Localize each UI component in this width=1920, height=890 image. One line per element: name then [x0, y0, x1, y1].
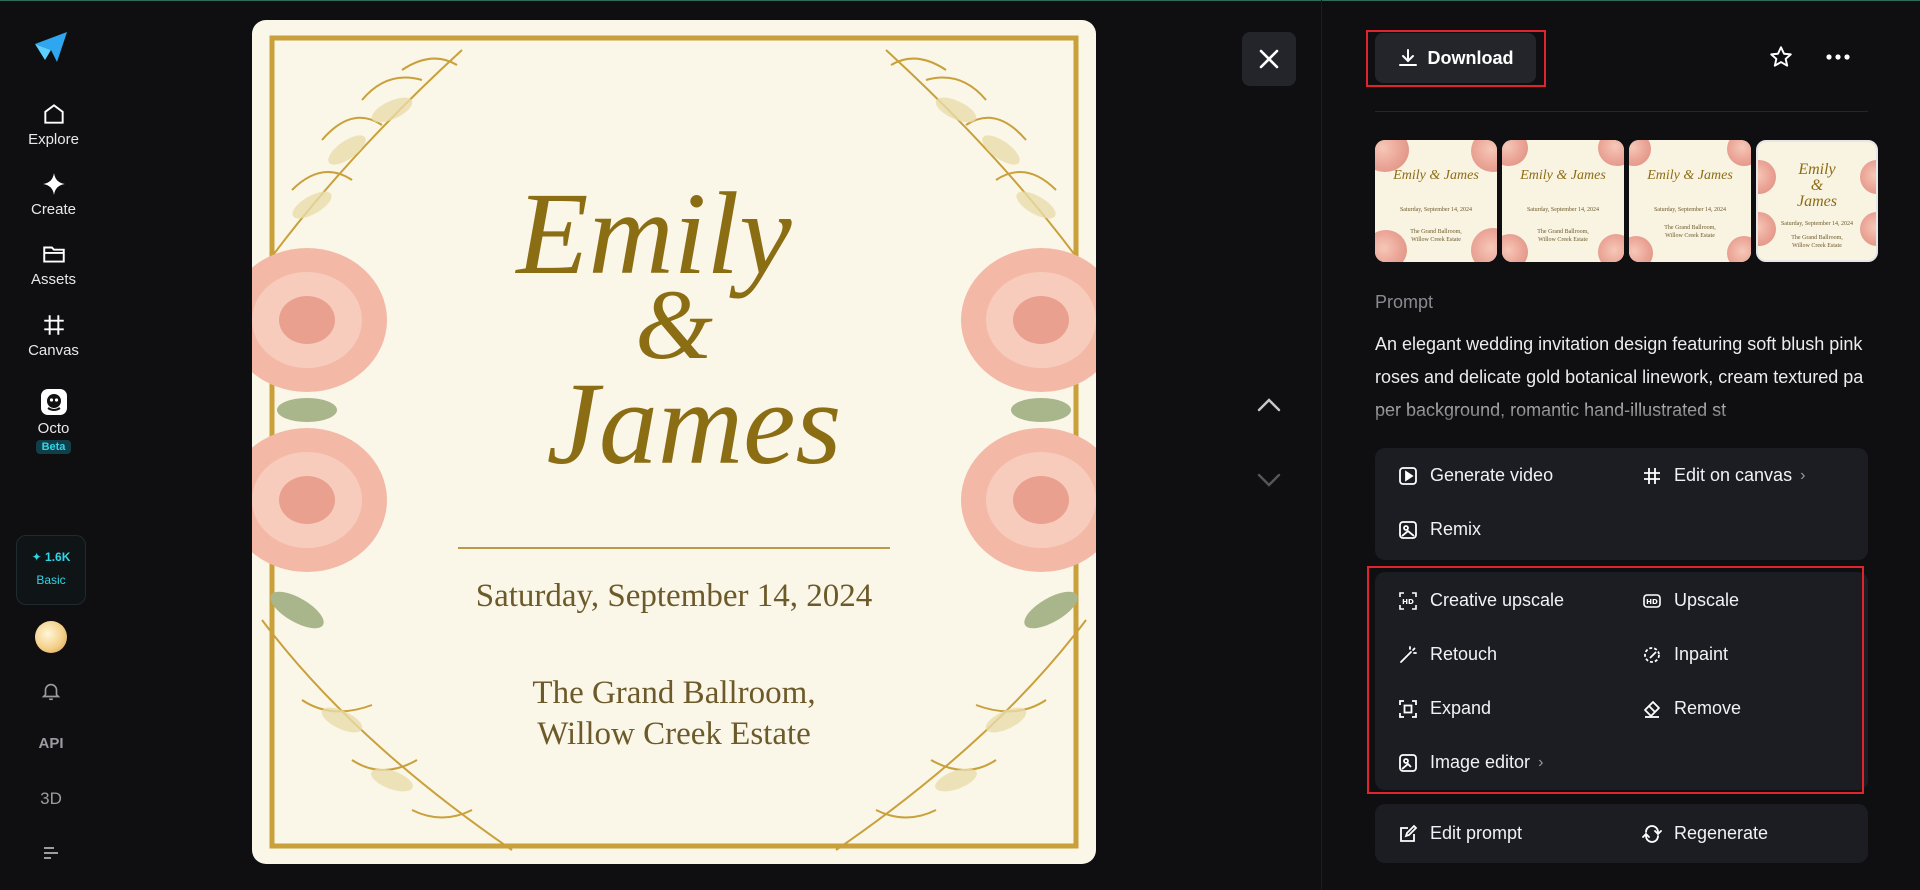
panel-divider	[1321, 0, 1322, 890]
invite-venue-line2: Willow Creek Estate	[537, 716, 811, 752]
app-logo-icon[interactable]	[33, 30, 69, 64]
bell-icon	[41, 683, 61, 701]
thumbnail-title: Emily & James	[1393, 168, 1479, 183]
chevron-right-icon: ›	[1800, 466, 1806, 484]
prompt-label: Prompt	[1375, 292, 1434, 312]
top-accent-line	[0, 0, 1920, 1]
thumbnail-title: Emily & James	[1520, 168, 1606, 183]
sidebar-item-octo[interactable]: Octo Beta	[0, 388, 107, 455]
octo-icon	[40, 389, 67, 415]
remix-button[interactable]: Remix	[1398, 519, 1481, 540]
variant-thumbnail-3[interactable]: Emily & James Saturday, September 14, 20…	[1629, 140, 1751, 262]
sidebar-item-create[interactable]: Create	[0, 171, 107, 219]
notifications-button[interactable]	[0, 680, 102, 702]
sidebar-item-label: Explore	[28, 131, 79, 148]
credits-amount: ✦ 1.6K	[31, 550, 71, 564]
home-icon	[43, 104, 64, 124]
thumbnail-venue: The Grand Ballroom, Willow Creek Estate	[1537, 229, 1589, 243]
edit-prompt-label: Edit prompt	[1430, 823, 1523, 843]
sidebar-item-label: Canvas	[28, 342, 79, 359]
edit-prompt-icon	[1400, 824, 1418, 842]
sidebar-item-label: Create	[30, 201, 77, 218]
regenerate-label: Regenerate	[1674, 823, 1769, 843]
more-options-icon[interactable]	[1825, 44, 1851, 70]
invite-name-second: James	[546, 358, 842, 489]
sidebar-item-canvas[interactable]: Canvas	[0, 312, 107, 360]
close-icon	[1259, 49, 1279, 69]
menu-icon	[44, 847, 58, 859]
play-video-icon	[1399, 466, 1417, 485]
generated-image[interactable]: Emily & James Saturday, September 14, 20…	[252, 20, 1096, 864]
variant-thumbnail-2[interactable]: Emily & James Saturday, September 14, 20…	[1502, 140, 1624, 262]
highlight-box-tools	[1367, 566, 1864, 794]
thumbnail-venue: The Grand Ballroom, Willow Creek Estate	[1664, 225, 1716, 239]
thumbnail-date: Saturday, September 14, 2024	[1780, 221, 1854, 227]
thumbnail-date: Saturday, September 14, 2024	[1399, 207, 1473, 213]
thumbnail-title-line2: &	[1810, 177, 1824, 194]
folder-icon	[42, 246, 65, 263]
invite-venue-line1: The Grand Ballroom,	[532, 675, 816, 711]
thumbnail-title-line1: Emily	[1798, 161, 1836, 178]
edit-on-canvas-button[interactable]: Edit on canvas ›	[1642, 465, 1805, 486]
api-link[interactable]: API	[0, 735, 102, 752]
close-button[interactable]	[1242, 32, 1296, 86]
invite-date: Saturday, September 14, 2024	[475, 578, 873, 614]
canvas-icon	[1644, 467, 1660, 484]
remix-image-icon	[1399, 520, 1417, 539]
next-image-chevron-down-icon[interactable]	[1256, 470, 1282, 490]
sidebar-item-label: Octo	[37, 420, 70, 437]
thumbnail-title-line3: James	[1797, 193, 1837, 210]
variant-thumbnail-1[interactable]: Emily & James Saturday, September 14, 20…	[1375, 140, 1497, 262]
beta-badge: Beta	[35, 440, 72, 454]
sidebar: Explore Create Assets Canvas Octo Beta ✦…	[0, 0, 107, 890]
sidebar-item-label: Assets	[30, 271, 76, 288]
remix-label: Remix	[1430, 519, 1482, 539]
generate-video-label: Generate video	[1430, 465, 1554, 485]
regenerate-button[interactable]: Regenerate	[1642, 823, 1768, 844]
thumbnail-title: Emily & James	[1647, 168, 1733, 183]
edit-on-canvas-label: Edit on canvas	[1674, 465, 1793, 485]
thumbnail-venue: The Grand Ballroom, Willow Creek Estate	[1410, 229, 1462, 243]
highlight-box-download	[1366, 30, 1546, 87]
thumbnail-date: Saturday, September 14, 2024	[1526, 207, 1600, 213]
favorite-star-icon[interactable]	[1768, 44, 1794, 70]
generate-video-button[interactable]: Generate video	[1398, 465, 1553, 486]
plan-label: Basic	[36, 573, 66, 587]
thumbnail-venue: The Grand Ballroom, Willow Creek Estate	[1791, 235, 1843, 249]
sidebar-item-assets[interactable]: Assets	[0, 241, 107, 289]
3d-link[interactable]: 3D	[0, 789, 102, 809]
prompt-fade-overlay	[1375, 392, 1865, 428]
canvas-icon	[43, 315, 64, 335]
menu-button[interactable]	[0, 843, 102, 863]
credits-card[interactable]: ✦ 1.6K Basic	[16, 535, 86, 605]
variant-thumbnail-4-selected[interactable]: Emily & James Saturday, September 14, 20…	[1756, 140, 1878, 262]
edit-prompt-button[interactable]: Edit prompt	[1398, 823, 1522, 844]
avatar[interactable]	[35, 621, 67, 653]
sparkle-icon	[42, 173, 65, 195]
previous-image-chevron-up-icon[interactable]	[1256, 395, 1282, 415]
thumbnail-date: Saturday, September 14, 2024	[1653, 207, 1727, 213]
panel-header-divider	[1375, 111, 1868, 112]
regenerate-icon	[1642, 824, 1662, 843]
sidebar-item-explore[interactable]: Explore	[0, 101, 107, 149]
